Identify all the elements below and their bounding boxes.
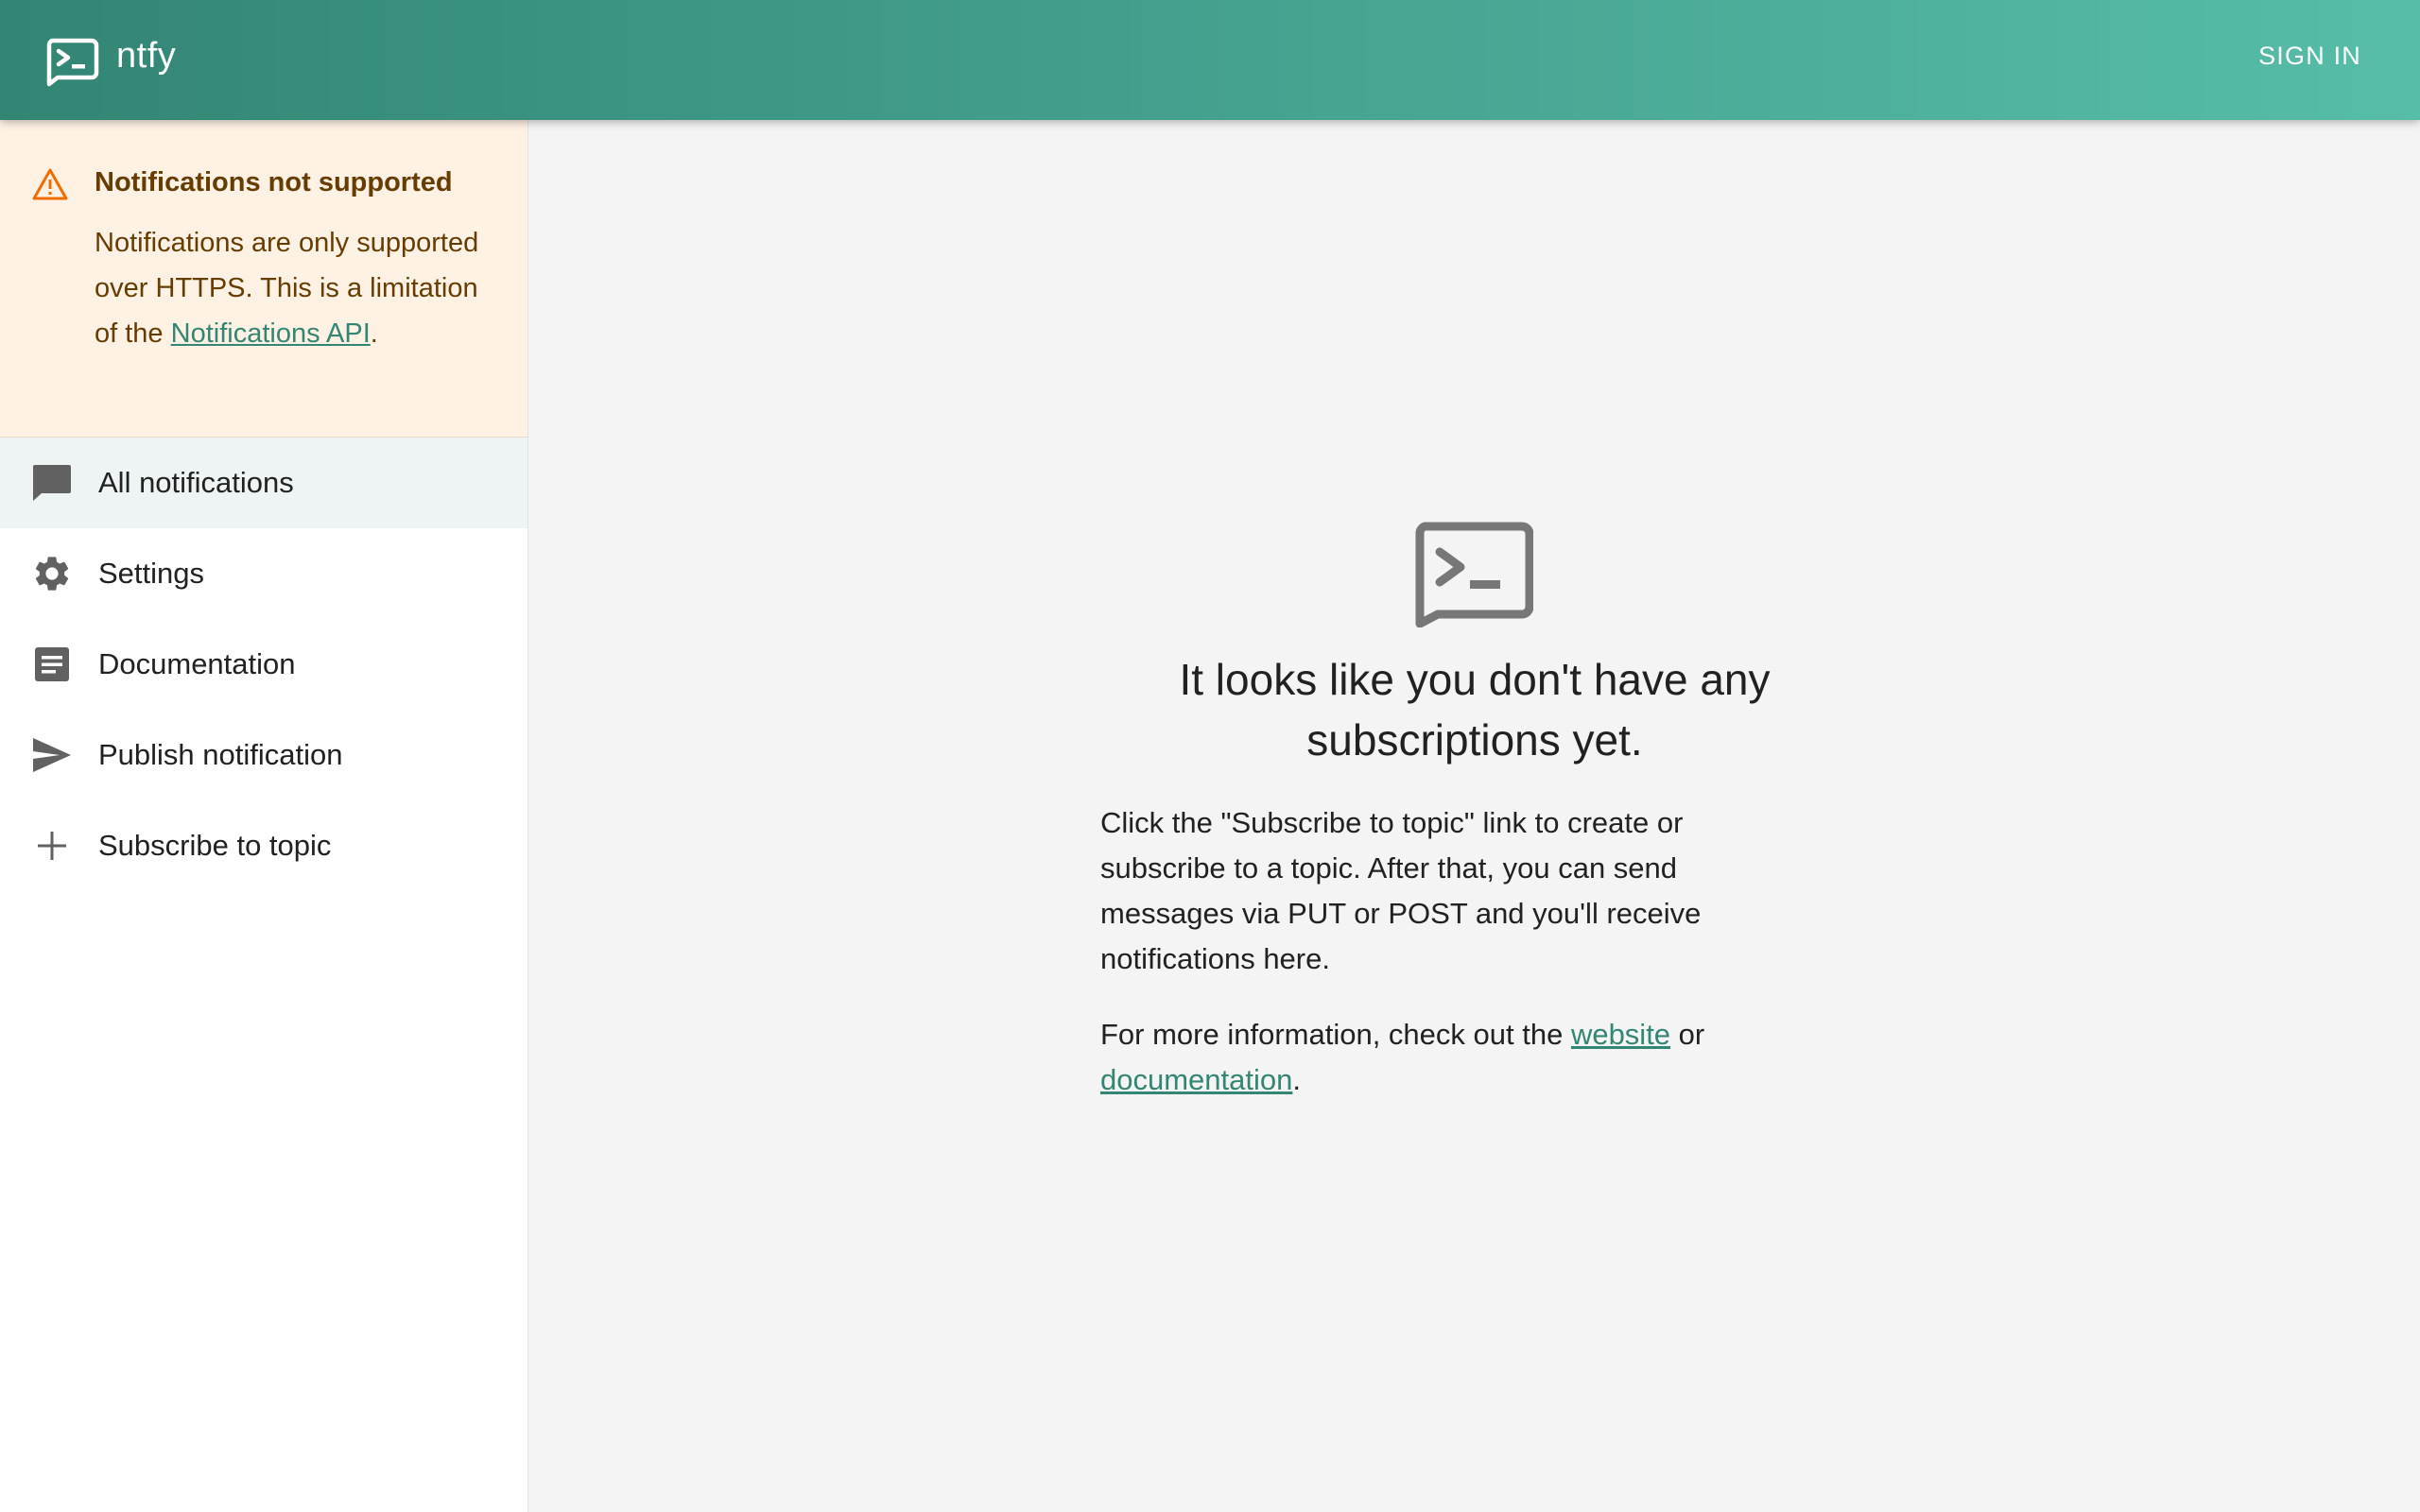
warning-icon — [32, 168, 68, 200]
alert-title: Notifications not supported — [95, 167, 453, 198]
sidebar-item-settings[interactable]: Settings — [0, 528, 527, 619]
alert-body: Notifications are only supported over HT… — [95, 220, 492, 356]
empty-state-title: It looks like you don't have any subscri… — [1179, 655, 1771, 765]
document-icon — [30, 643, 74, 686]
gear-icon — [30, 552, 74, 595]
more-info-suffix: . — [1292, 1063, 1301, 1096]
main-content: It looks like you don't have any subscri… — [529, 120, 2420, 1512]
sidebar-item-label: Settings — [98, 557, 205, 590]
sidebar: Notifications not supported Notification… — [0, 120, 528, 1512]
app-title: ntfy — [116, 36, 177, 76]
terminal-chat-icon — [46, 38, 99, 87]
empty-state-instructions: Click the "Subscribe to topic" link to c… — [1100, 806, 1702, 975]
app-bar: ntfy SIGN IN — [0, 0, 2420, 120]
send-icon — [30, 733, 74, 777]
sidebar-nav: All notifications Settings Documentation — [0, 438, 527, 891]
sidebar-item-label: All notifications — [98, 466, 294, 499]
notifications-not-supported-alert: Notifications not supported Notification… — [0, 120, 527, 438]
chat-bubble-icon — [30, 461, 74, 505]
sign-in-button[interactable]: SIGN IN — [2258, 42, 2361, 71]
sidebar-item-publish-notification[interactable]: Publish notification — [0, 710, 527, 800]
website-link[interactable]: website — [1571, 1018, 1670, 1051]
terminal-chat-icon — [1415, 522, 1533, 627]
sidebar-item-label: Documentation — [98, 647, 296, 680]
sidebar-item-label: Publish notification — [98, 738, 343, 771]
more-info-or: or — [1670, 1018, 1705, 1051]
more-info-text: For more information, check out the — [1100, 1018, 1571, 1051]
sidebar-item-all-notifications[interactable]: All notifications — [0, 438, 527, 528]
plus-icon — [30, 824, 74, 868]
sidebar-item-label: Subscribe to topic — [98, 829, 332, 862]
notifications-api-link[interactable]: Notifications API — [171, 318, 371, 349]
sidebar-item-documentation[interactable]: Documentation — [0, 619, 527, 710]
empty-state-more-info: For more information, check out the webs… — [1100, 1012, 1762, 1103]
alert-body-suffix: . — [370, 318, 378, 349]
documentation-link[interactable]: documentation — [1100, 1063, 1292, 1096]
sidebar-item-subscribe-to-topic[interactable]: Subscribe to topic — [0, 800, 527, 891]
